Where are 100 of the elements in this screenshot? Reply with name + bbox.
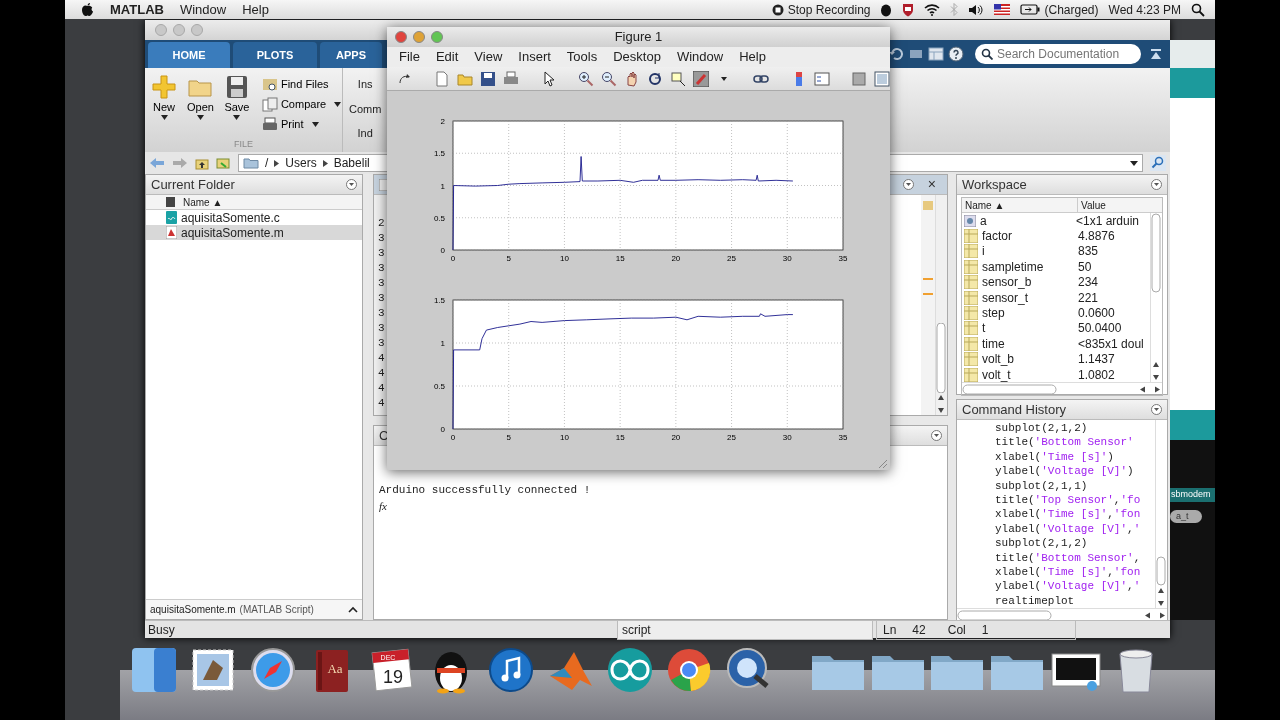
line-number: 3 <box>378 291 386 306</box>
ribbon-tab[interactable]: PLOTS <box>233 42 317 68</box>
menu-item[interactable]: Help <box>242 0 269 20</box>
column-header[interactable]: Name ▲ <box>183 194 223 210</box>
history-entry[interactable]: subplot(2,1,1) <box>957 478 1155 494</box>
tick-label: 0 <box>450 433 456 442</box>
variable-name: sensor_b <box>981 274 1033 292</box>
history-entry[interactable]: title('Top Sensor','fo <box>957 493 1155 508</box>
variable-name: a <box>979 213 988 230</box>
search-field[interactable]: Search Documentation <box>975 44 1141 64</box>
panel-title: Current Folder <box>151 175 235 194</box>
line-number: 3 <box>378 261 386 276</box>
tick-label: 1 <box>440 339 445 348</box>
path-segment[interactable]: / <box>265 154 269 172</box>
history-entry[interactable]: subplot(2,1,2) <box>957 536 1155 551</box>
menu-item[interactable]: Help <box>731 47 774 67</box>
menu-item[interactable]: Edit <box>427 47 467 67</box>
tick-label: 0 <box>440 246 445 255</box>
line-number: 2 <box>378 216 386 231</box>
line-number: 3 <box>378 336 386 351</box>
variable-name: time <box>981 335 1006 353</box>
variable-value: 234 <box>1078 274 1099 292</box>
menu-item[interactable]: Window <box>668 47 732 67</box>
file-row[interactable]: aquisitaSomente.m <box>146 225 362 240</box>
history-entry[interactable]: ylabel('Voltage [V]',' <box>957 521 1155 537</box>
tick-label: 35 <box>838 433 848 442</box>
tick-label: 15 <box>615 433 625 442</box>
close-button[interactable]: × <box>927 174 936 195</box>
recording-menu[interactable]: Stop Recording <box>787 0 871 19</box>
menu-item[interactable]: Desktop <box>605 47 669 67</box>
ribbon-button[interactable]: New <box>149 74 179 138</box>
history-entry[interactable]: xlabel('Time [s]','fon <box>957 507 1155 522</box>
variable-value: 50 <box>1078 258 1092 276</box>
tick-label: 5 <box>506 254 511 263</box>
ribbon-label[interactable]: Ins <box>357 76 373 93</box>
ribbon-label[interactable]: Comm <box>349 100 382 117</box>
line-number: 4 <box>378 396 386 411</box>
tick-label: 5 <box>506 433 511 442</box>
panel-title: C <box>379 426 389 445</box>
line-number: 4 <box>378 351 386 366</box>
app-menu[interactable]: MATLAB <box>110 0 164 20</box>
panel-title: Workspace <box>962 175 1027 194</box>
clock[interactable]: Wed 4:23 PM <box>1108 0 1181 19</box>
path-segment[interactable]: Babelil <box>333 154 370 172</box>
tick-label: 1.5 <box>433 149 445 159</box>
history-entry[interactable]: ylabel('Voltage [V]',' <box>957 579 1155 594</box>
ribbon-tab[interactable]: HOME <box>148 42 230 68</box>
ribbon-button[interactable]: Find Files <box>261 74 342 94</box>
menu-item[interactable]: Tools <box>558 47 606 67</box>
ribbon-button[interactable]: Open <box>185 74 216 138</box>
variable-name: step <box>981 305 1006 323</box>
variable-value: 0.0600 <box>1078 305 1115 323</box>
variable-name: t <box>981 320 987 338</box>
path-segment[interactable]: Users <box>285 154 317 172</box>
book-title: Aa <box>327 661 343 676</box>
file-row[interactable]: aquisitaSomente.c <box>146 210 362 225</box>
variable-value: 50.0400 <box>1078 320 1122 338</box>
menu-item[interactable]: Insert <box>510 47 559 67</box>
history-entry[interactable]: subplot(2,1,2) <box>957 421 1155 436</box>
calendar-day: 19 <box>382 667 403 687</box>
variable-value: 835 <box>1078 243 1099 261</box>
menu-item[interactable]: Window <box>179 0 227 20</box>
line-number: 3 <box>378 276 386 291</box>
variable-value: <1x1 arduin <box>1076 213 1140 230</box>
history-entry[interactable]: ylabel('Voltage [V]') <box>957 464 1155 479</box>
history-entry[interactable]: realtimeplot <box>957 593 1155 609</box>
history-entry[interactable]: xlabel('Time [s]','fon <box>957 565 1155 580</box>
column-value: 1 <box>981 621 989 639</box>
history-entry[interactable]: xlabel('Time [s]') <box>957 449 1155 465</box>
ribbon-button[interactable]: Save <box>221 74 252 138</box>
variable-name: volt_t <box>981 366 1012 383</box>
battery-status[interactable]: (Charged) <box>1044 0 1099 19</box>
tick-label: 2 <box>440 117 445 126</box>
line-number: 4 <box>378 381 386 396</box>
tick-label: 1 <box>440 181 445 191</box>
tick-label: 0 <box>440 425 445 434</box>
column-header[interactable]: Name ▲ <box>962 197 1078 213</box>
board-tag: a_t <box>1170 509 1202 523</box>
ribbon-label[interactable]: Ind <box>357 125 373 142</box>
column-label: Col <box>947 621 966 639</box>
command-output: Arduino successfully connected ! <box>379 483 592 497</box>
tick-label: 0.5 <box>433 213 445 223</box>
file-name: aquisitaSomente.c <box>181 209 280 227</box>
prompt-icon[interactable]: fx <box>379 499 391 513</box>
line-number: 3 <box>378 321 386 336</box>
tick-label: 10 <box>560 254 569 263</box>
line-value: 42 <box>912 621 926 639</box>
ribbon-tab[interactable]: APPS <box>320 42 382 68</box>
menu-item[interactable]: View <box>466 47 511 67</box>
ribbon-button[interactable]: Print <box>261 114 342 134</box>
tick-label: 30 <box>782 433 792 442</box>
history-entry[interactable]: title('Bottom Sensor', <box>957 550 1155 566</box>
column-header[interactable]: Value <box>1078 197 1106 213</box>
variable-name: i <box>981 243 986 261</box>
tick-label: 20 <box>671 433 681 442</box>
line-number: 3 <box>378 246 386 261</box>
menu-item[interactable]: File <box>391 47 428 67</box>
ribbon-button[interactable]: Compare <box>261 94 342 114</box>
history-entry[interactable]: title('Bottom Sensor' <box>957 435 1155 450</box>
variable-name: volt_b <box>981 351 1016 369</box>
